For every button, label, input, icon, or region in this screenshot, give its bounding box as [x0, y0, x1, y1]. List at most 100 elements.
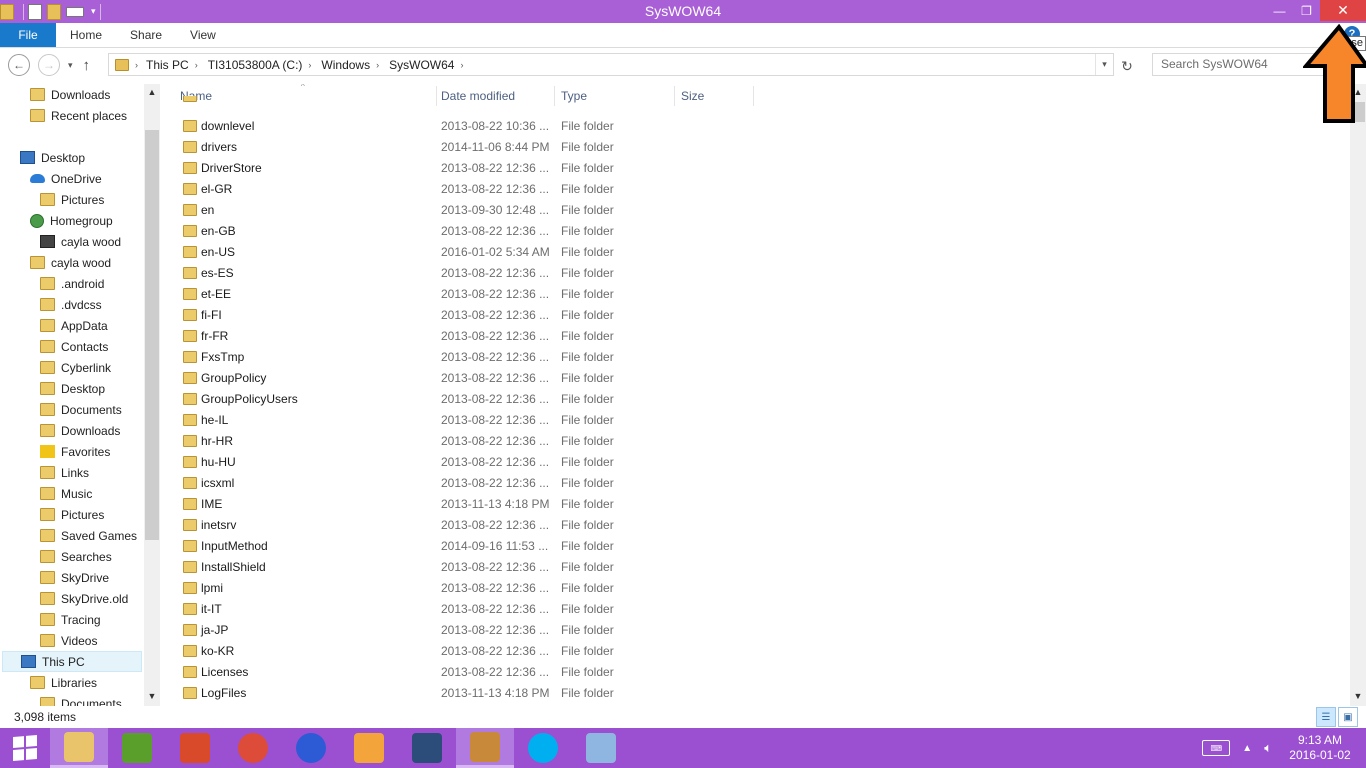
- table-row[interactable]: en 2013-09-30 12:48 ... File folder: [160, 200, 1350, 221]
- nav-item-android[interactable]: .android: [40, 273, 104, 294]
- details-view-icon[interactable]: ☰: [1316, 707, 1336, 727]
- address-dropdown-icon[interactable]: ▾: [1095, 54, 1113, 75]
- recent-locations-dropdown[interactable]: ▾: [68, 60, 73, 71]
- table-row[interactable]: el-GR 2013-08-22 12:36 ... File folder: [160, 179, 1350, 200]
- nav-scrollbar[interactable]: ▲ ▼: [144, 84, 160, 706]
- nav-item-documents[interactable]: Documents: [40, 399, 122, 420]
- nav-item-recent-places[interactable]: Recent places: [30, 105, 127, 126]
- nav-item-documents[interactable]: Documents: [40, 693, 122, 706]
- clock[interactable]: 9:13 AM 2016-01-02: [1284, 733, 1356, 763]
- table-row[interactable]: fr-FR 2013-08-22 12:36 ... File folder: [160, 326, 1350, 347]
- new-folder-icon[interactable]: [47, 3, 61, 20]
- nav-item-dvdcss[interactable]: .dvdcss: [40, 294, 102, 315]
- large-icons-view-icon[interactable]: ▣: [1338, 707, 1358, 727]
- nav-item-cayla-wood[interactable]: cayla wood: [30, 252, 111, 273]
- nav-item-tracing[interactable]: Tracing: [40, 609, 101, 630]
- table-row[interactable]: lpmi 2013-08-22 12:36 ... File folder: [160, 578, 1350, 599]
- customize-dropdown-icon[interactable]: ▾: [91, 6, 96, 17]
- breadcrumb-this-pc[interactable]: This PC: [146, 58, 189, 72]
- restore-button[interactable]: ❐: [1293, 0, 1320, 21]
- table-row[interactable]: InputMethod 2014-09-16 11:53 ... File fold…: [160, 536, 1350, 557]
- back-button[interactable]: ←: [8, 54, 30, 76]
- nav-item-music[interactable]: Music: [40, 483, 92, 504]
- table-row[interactable]: et-EE 2013-08-22 12:36 ... File folder: [160, 284, 1350, 305]
- table-row[interactable]: drivers 2014-11-06 8:44 PM File folder: [160, 137, 1350, 158]
- minimize-button[interactable]: —: [1266, 0, 1293, 21]
- nav-item-desktop[interactable]: Desktop: [20, 147, 85, 168]
- nav-item-contacts[interactable]: Contacts: [40, 336, 108, 357]
- breadcrumb-drive[interactable]: TI31053800A (C:): [208, 58, 303, 72]
- folder-icon[interactable]: [0, 3, 14, 20]
- nav-item-appdata[interactable]: AppData: [40, 315, 108, 336]
- scroll-down-icon[interactable]: ▼: [144, 688, 160, 704]
- taskbar-film-app[interactable]: [398, 728, 456, 768]
- taskbar-word-app[interactable]: [108, 728, 166, 768]
- table-row[interactable]: en-GB 2013-08-22 12:36 ... File folder: [160, 221, 1350, 242]
- nav-item-pictures[interactable]: Pictures: [40, 504, 104, 525]
- chevron-right-icon[interactable]: ›: [308, 60, 311, 70]
- nav-item-cyberlink[interactable]: Cyberlink: [40, 357, 111, 378]
- scroll-down-icon[interactable]: ▼: [1350, 688, 1366, 704]
- close-button[interactable]: ✕: [1320, 0, 1366, 21]
- table-row[interactable]: [160, 96, 1350, 106]
- taskbar-chrome[interactable]: [224, 728, 282, 768]
- table-row[interactable]: en-US 2016-01-02 5:34 AM File folder: [160, 242, 1350, 263]
- table-row[interactable]: fi-FI 2013-08-22 12:36 ... File folder: [160, 305, 1350, 326]
- rename-icon[interactable]: [66, 6, 84, 17]
- table-row[interactable]: ja-JP 2013-08-22 12:36 ... File folder: [160, 620, 1350, 641]
- nav-item-downloads[interactable]: Downloads: [30, 84, 110, 105]
- scrollbar-thumb[interactable]: [145, 130, 159, 540]
- up-button[interactable]: ↑: [83, 57, 91, 74]
- table-row[interactable]: GroupPolicyUsers 2013-08-22 12:36 ... File…: [160, 389, 1350, 410]
- chevron-right-icon[interactable]: ›: [195, 60, 198, 70]
- table-row[interactable]: ko-KR 2013-08-22 12:36 ... File folder: [160, 641, 1350, 662]
- nav-item-desktop[interactable]: Desktop: [40, 378, 105, 399]
- nav-item-downloads[interactable]: Downloads: [40, 420, 120, 441]
- chevron-right-icon[interactable]: ›: [460, 60, 463, 70]
- taskbar-colorful-app[interactable]: [166, 728, 224, 768]
- nav-item-links[interactable]: Links: [40, 462, 89, 483]
- keyboard-icon[interactable]: ⌨: [1202, 740, 1231, 756]
- nav-item-saved-games[interactable]: Saved Games: [40, 525, 137, 546]
- taskbar-paint-app[interactable]: [572, 728, 630, 768]
- table-row[interactable]: IME 2013-11-13 4:18 PM File folder: [160, 494, 1350, 515]
- chevron-right-icon[interactable]: ›: [376, 60, 379, 70]
- nav-item-homegroup[interactable]: Homegroup: [30, 210, 113, 231]
- nav-item-pictures[interactable]: Pictures: [40, 189, 104, 210]
- refresh-button[interactable]: ↻: [1117, 56, 1137, 76]
- start-button[interactable]: [0, 728, 50, 768]
- table-row[interactable]: inetsrv 2013-08-22 12:36 ... File folder: [160, 515, 1350, 536]
- address-bar[interactable]: › This PC › TI31053800A (C:) › Windows › Sy…: [108, 53, 1114, 76]
- nav-item-searches[interactable]: Searches: [40, 546, 112, 567]
- properties-icon[interactable]: [28, 3, 42, 20]
- table-row[interactable]: FxsTmp 2013-08-22 12:36 ... File folder: [160, 347, 1350, 368]
- nav-item-this-pc[interactable]: This PC: [2, 651, 142, 672]
- nav-item-favorites[interactable]: Favorites: [40, 441, 110, 462]
- nav-item-skydrive[interactable]: SkyDrive: [40, 567, 109, 588]
- show-hidden-icons-icon[interactable]: ▲: [1242, 743, 1252, 754]
- table-row[interactable]: downlevel 2013-08-22 10:36 ... File folder: [160, 116, 1350, 137]
- taskbar-skype[interactable]: [514, 728, 572, 768]
- table-row[interactable]: icsxml 2013-08-22 12:36 ... File folder: [160, 473, 1350, 494]
- table-row[interactable]: hu-HU 2013-08-22 12:36 ... File folder: [160, 452, 1350, 473]
- table-row[interactable]: DriverStore 2013-08-22 12:36 ... File fold…: [160, 158, 1350, 179]
- table-row[interactable]: it-IT 2013-08-22 12:36 ... File folder: [160, 599, 1350, 620]
- breadcrumb-windows[interactable]: Windows: [321, 58, 370, 72]
- table-row[interactable]: he-IL 2013-08-22 12:36 ... File folder: [160, 410, 1350, 431]
- scroll-up-icon[interactable]: ▲: [144, 84, 160, 100]
- tab-share[interactable]: Share: [116, 23, 176, 47]
- nav-item-onedrive[interactable]: OneDrive: [30, 168, 102, 189]
- table-row[interactable]: GroupPolicy 2013-08-22 12:36 ... File fold…: [160, 368, 1350, 389]
- tab-view[interactable]: View: [176, 23, 230, 47]
- forward-button[interactable]: →: [38, 54, 60, 76]
- taskbar-museum-app[interactable]: [456, 728, 514, 768]
- tab-file[interactable]: File: [0, 23, 56, 47]
- table-row[interactable]: hr-HR 2013-08-22 12:36 ... File folder: [160, 431, 1350, 452]
- taskbar-media-app[interactable]: [340, 728, 398, 768]
- nav-item-videos[interactable]: Videos: [40, 630, 97, 651]
- volume-icon[interactable]: 🔈︎: [1264, 740, 1272, 756]
- taskbar-shield-app[interactable]: [282, 728, 340, 768]
- tab-home[interactable]: Home: [56, 23, 116, 47]
- nav-item-skydrive-old[interactable]: SkyDrive.old: [40, 588, 128, 609]
- taskbar-file-explorer[interactable]: [50, 728, 108, 768]
